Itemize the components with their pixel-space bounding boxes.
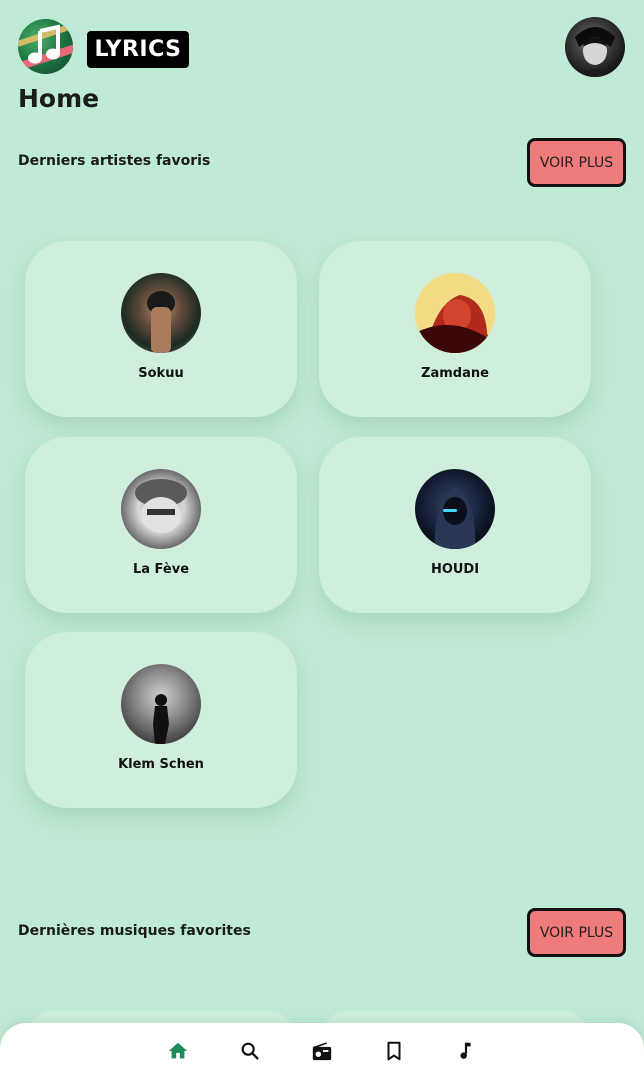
artist-photo (415, 273, 495, 353)
artist-photo (415, 469, 495, 549)
page-title: Home (18, 84, 100, 113)
artist-card[interactable]: Zamdane (319, 241, 591, 417)
music-see-more-button[interactable]: VOIR PLUS (527, 908, 626, 957)
nav-home[interactable] (166, 1039, 190, 1063)
artists-section-title: Derniers artistes favoris (18, 153, 211, 169)
artist-photo (121, 469, 201, 549)
home-icon (168, 1042, 188, 1059)
artist-photo (121, 664, 201, 744)
search-icon (241, 1042, 259, 1060)
artist-photo (121, 273, 201, 353)
app-logo-text: LYRICS (87, 31, 189, 68)
radio-icon (312, 1042, 332, 1061)
bottom-navigation (0, 1023, 644, 1079)
artist-card[interactable]: La Fève (25, 437, 297, 613)
bookmark-icon (387, 1041, 401, 1061)
nav-music[interactable] (454, 1039, 478, 1063)
app-logo-icon[interactable] (18, 19, 73, 74)
artists-see-more-button[interactable]: VOIR PLUS (527, 138, 626, 187)
artist-name: Sokuu (138, 366, 184, 381)
artist-card[interactable]: HOUDI (319, 437, 591, 613)
artist-name: La Fève (132, 562, 190, 577)
artist-name: HOUDI (430, 562, 480, 577)
nav-radio[interactable] (310, 1039, 334, 1063)
music-note-icon (460, 1042, 471, 1059)
artist-name: Klem Schen (118, 757, 204, 772)
artist-card[interactable]: Sokuu (25, 241, 297, 417)
nav-bookmarks[interactable] (382, 1039, 406, 1063)
artist-name: Zamdane (421, 366, 489, 381)
artist-card[interactable]: Klem Schen (25, 632, 297, 808)
app-header: LYRICS (0, 0, 644, 80)
nav-search[interactable] (238, 1039, 262, 1063)
music-section-title: Dernières musiques favorites (18, 923, 251, 939)
user-avatar[interactable] (565, 17, 625, 77)
